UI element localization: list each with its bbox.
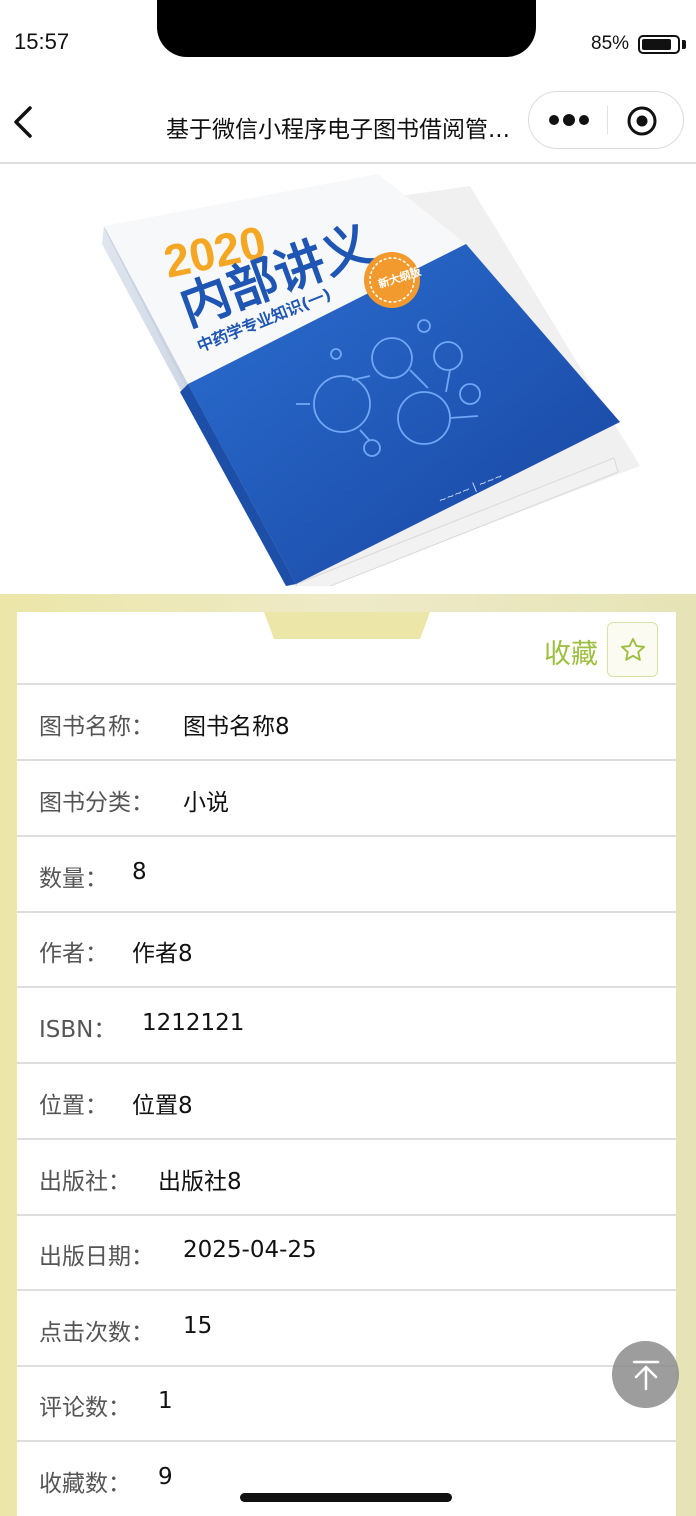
- info-label: 图书名称：: [39, 714, 154, 740]
- info-row-author: 作者： 作者8: [17, 912, 676, 988]
- info-value: 1: [158, 1388, 173, 1414]
- info-value: 出版社8: [158, 1169, 242, 1195]
- battery-icon: [638, 35, 680, 54]
- info-label: 点击次数：: [39, 1320, 154, 1346]
- mini-program-capsule: [528, 91, 684, 149]
- arrow-up-to-top-icon: [632, 1360, 659, 1390]
- battery-fill: [642, 39, 671, 50]
- page-title: 基于微信小程序电子图书借阅管...: [166, 117, 510, 143]
- more-button[interactable]: [547, 108, 591, 132]
- info-label: 出版社：: [39, 1169, 131, 1195]
- info-row-isbn: ISBN： 1212121: [17, 988, 676, 1064]
- battery-percentage: 85%: [591, 33, 630, 54]
- navigation-bar: 基于微信小程序电子图书借阅管...: [0, 80, 696, 164]
- favorite-row: 收藏: [17, 612, 676, 685]
- capsule-divider: [607, 106, 608, 134]
- book-cover-image: 2020 内部讲义 中药学专业知识(一) 新大纲版 ~~~~ | ~~~: [0, 166, 696, 586]
- info-value: 8: [132, 859, 147, 885]
- status-time: 15:57: [14, 29, 70, 54]
- chevron-left-icon: [14, 106, 32, 138]
- camera-notch: [157, 0, 536, 57]
- phone-screen: 15:57 85% 基于微信小程序电子图书借阅管... 2020 内部讲义 中药…: [0, 0, 696, 1516]
- info-value: 9: [158, 1464, 173, 1490]
- info-value: 1212121: [142, 1010, 245, 1036]
- info-row-category: 图书分类： 小说: [17, 761, 676, 837]
- info-row-quantity: 数量： 8: [17, 837, 676, 913]
- favorite-button[interactable]: [607, 622, 658, 677]
- scroll-to-top-button[interactable]: [612, 1341, 679, 1408]
- status-bar: 15:57 85%: [0, 0, 696, 80]
- info-label: 出版日期：: [39, 1244, 154, 1270]
- info-value: 图书名称8: [183, 714, 290, 740]
- book-illustration: 2020 内部讲义 中药学专业知识(一) 新大纲版 ~~~~ | ~~~: [102, 174, 640, 586]
- info-row-book-name: 图书名称： 图书名称8: [17, 685, 676, 761]
- info-value: 15: [183, 1313, 213, 1339]
- info-row-click-count: 点击次数： 15: [17, 1291, 676, 1367]
- info-row-publisher: 出版社： 出版社8: [17, 1140, 676, 1216]
- star-outline-icon: [620, 637, 645, 661]
- target-circle-icon: [627, 106, 657, 136]
- battery-tip: [682, 40, 686, 49]
- info-row-publish-date: 出版日期： 2025-04-25: [17, 1215, 676, 1291]
- home-indicator[interactable]: [240, 1493, 452, 1502]
- info-label: 图书分类：: [39, 790, 154, 816]
- more-dots-icon: [549, 114, 589, 126]
- info-label: 数量：: [39, 866, 108, 892]
- close-mini-program-button[interactable]: [625, 104, 659, 138]
- info-value: 小说: [183, 790, 229, 816]
- info-label: 作者：: [39, 941, 108, 967]
- info-value: 2025-04-25: [183, 1237, 317, 1263]
- info-value: 位置8: [132, 1093, 193, 1119]
- info-label: 位置：: [39, 1093, 108, 1119]
- info-row-comment-count: 评论数： 1: [17, 1366, 676, 1442]
- info-label: 评论数：: [39, 1395, 131, 1421]
- info-value: 作者8: [132, 941, 193, 967]
- back-button[interactable]: [6, 100, 40, 144]
- info-row-location: 位置： 位置8: [17, 1064, 676, 1140]
- favorite-label[interactable]: 收藏: [544, 632, 598, 671]
- info-label: ISBN：: [39, 1017, 117, 1043]
- info-row-favorite-count: 收藏数： 9: [17, 1442, 676, 1516]
- info-label: 收藏数：: [39, 1471, 131, 1497]
